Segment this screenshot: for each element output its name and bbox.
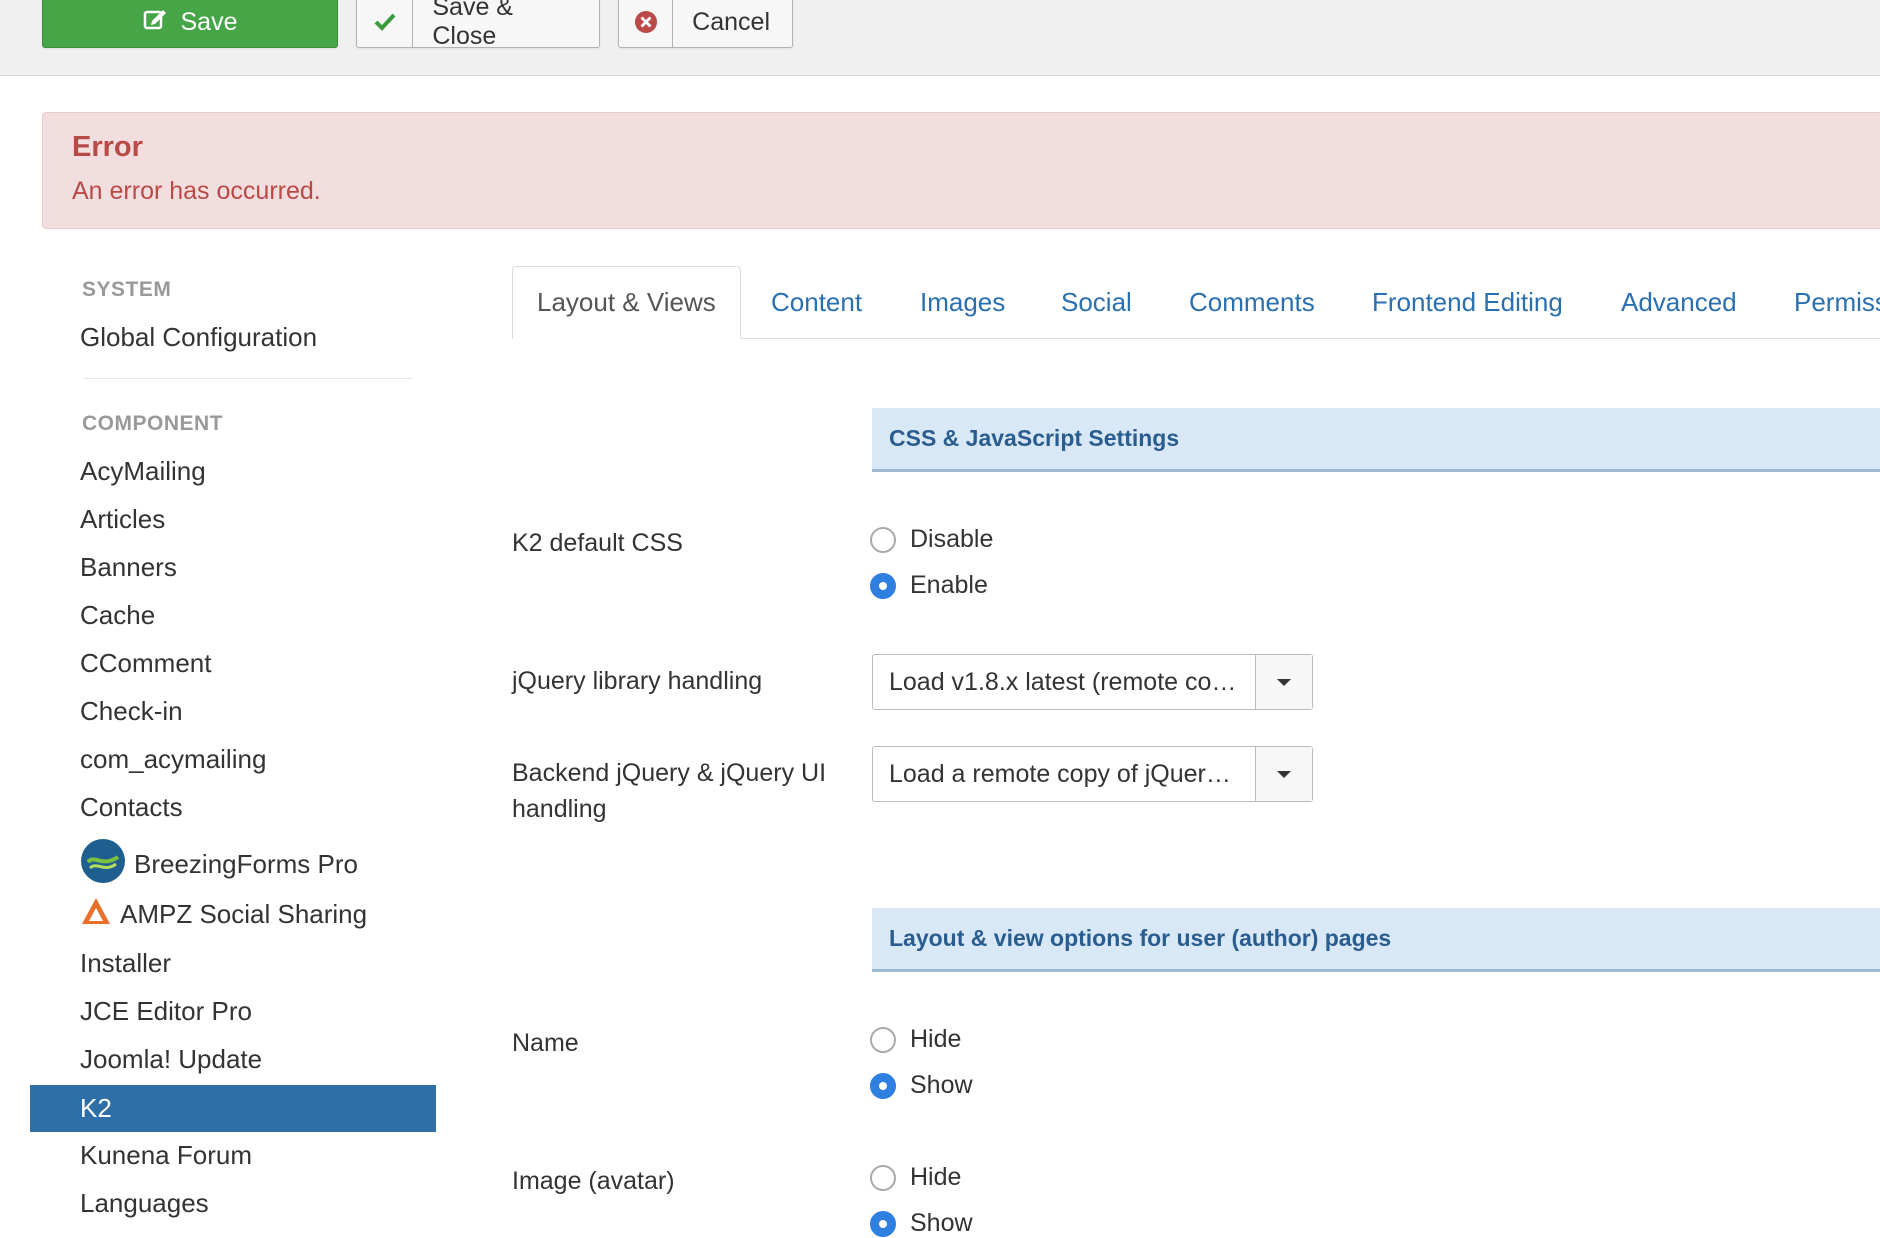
save-button-label: Save <box>180 7 238 36</box>
k2-css-disable-radio[interactable]: Disable <box>870 525 993 554</box>
breezingforms-logo-icon <box>80 838 126 891</box>
tab-advanced[interactable]: Advanced <box>1621 266 1737 338</box>
error-alert: Error An error has occurred. <box>42 112 1880 229</box>
sidebar-item-label: com_acymailing <box>80 744 267 774</box>
system-header: SYSTEM <box>82 278 172 301</box>
chevron-down-icon <box>1255 747 1312 801</box>
sidebar-item-label: Check-in <box>80 696 183 726</box>
sidebar-item-label: Global Configuration <box>80 322 318 352</box>
radio-label: Show <box>910 1071 973 1099</box>
sidebar-item-contacts[interactable]: Contacts <box>80 792 183 823</box>
sidebar-item-label: CComment <box>80 648 212 678</box>
sidebar-item-articles[interactable]: Articles <box>80 504 165 535</box>
radio-label: Enable <box>910 571 988 599</box>
sidebar-item-cache[interactable]: Cache <box>80 600 155 631</box>
cancel-circle-icon <box>619 0 674 47</box>
tab-images[interactable]: Images <box>920 266 1005 338</box>
sidebar-item-label: AcyMailing <box>80 456 206 486</box>
select-value: Load v1.8.x latest (remote co… <box>889 667 1237 696</box>
alert-message: An error has occurred. <box>72 177 321 205</box>
sidebar-item-label: JCE Editor Pro <box>80 996 252 1026</box>
alert-heading: Error <box>72 131 143 163</box>
save-button[interactable]: Save <box>42 0 338 48</box>
sidebar-item-ampz-social-sharing[interactable]: AMPZ Social Sharing <box>80 896 367 933</box>
k2-default-css-label: K2 default CSS <box>512 529 683 557</box>
sidebar-item-label: K2 <box>80 1093 112 1123</box>
sidebar-item-label: Languages <box>80 1188 209 1218</box>
select-value: Load a remote copy of jQuer… <box>889 759 1231 788</box>
toolbar: Save Save & Close Cancel <box>0 0 1880 76</box>
tab-social[interactable]: Social <box>1061 266 1132 338</box>
sidebar-item-breezingforms-pro[interactable]: BreezingForms Pro <box>80 838 358 891</box>
jquery-handling-label: jQuery library handling <box>512 667 763 695</box>
sidebar-item-label: Kunena Forum <box>80 1140 252 1170</box>
sidebar-divider <box>84 378 412 379</box>
radio-unchecked-icon <box>870 1026 896 1053</box>
check-icon <box>357 0 414 47</box>
sidebar-item-label: Articles <box>80 504 166 534</box>
sidebar-item-banners[interactable]: Banners <box>80 552 177 583</box>
sidebar-item-label: Joomla! Update <box>80 1044 263 1074</box>
tab-permissions[interactable]: Permiss <box>1794 266 1880 338</box>
cancel-button[interactable]: Cancel <box>618 0 793 48</box>
radio-checked-icon <box>870 1210 896 1237</box>
name-show-radio[interactable]: Show <box>870 1071 973 1100</box>
sidebar-item-acymailing[interactable]: AcyMailing <box>80 456 206 487</box>
sidebar-item-label: Cache <box>80 600 156 630</box>
sidebar-item-ccomment[interactable]: CComment <box>80 648 211 679</box>
section-header-user-pages: Layout & view options for user (author) … <box>872 908 1880 972</box>
save-close-button[interactable]: Save & Close <box>356 0 600 50</box>
tab-comments[interactable]: Comments <box>1189 266 1315 338</box>
radio-checked-icon <box>870 572 896 599</box>
radio-checked-icon <box>870 1072 896 1099</box>
radio-label: Disable <box>910 525 994 553</box>
radio-label: Show <box>910 1209 973 1237</box>
sidebar-item-kunena-forum[interactable]: Kunena Forum <box>80 1140 252 1171</box>
sidebar-item-com-acymailing[interactable]: com_acymailing <box>80 744 266 775</box>
sidebar-item-check-in[interactable]: Check-in <box>80 696 183 727</box>
sidebar-item-jce-editor-pro[interactable]: JCE Editor Pro <box>80 996 252 1027</box>
tab-content[interactable]: Content <box>771 266 862 338</box>
component-header: COMPONENT <box>82 412 223 435</box>
ampz-logo-icon <box>80 896 112 933</box>
name-label: Name <box>512 1029 579 1057</box>
k2-css-enable-radio[interactable]: Enable <box>870 571 988 600</box>
image-avatar-label: Image (avatar) <box>512 1167 675 1195</box>
save-close-label: Save & Close <box>432 0 513 50</box>
radio-unchecked-icon <box>870 526 896 553</box>
radio-label: Hide <box>910 1025 962 1053</box>
tab-layout-views[interactable]: Layout & Views <box>512 266 741 339</box>
avatar-show-radio[interactable]: Show <box>870 1209 973 1238</box>
sidebar-item-label: AMPZ Social Sharing <box>120 899 368 929</box>
edit-icon <box>143 7 167 38</box>
name-hide-radio[interactable]: Hide <box>870 1025 961 1054</box>
sidebar-item-joomla-update[interactable]: Joomla! Update <box>80 1044 262 1075</box>
backend-jquery-select[interactable]: Load a remote copy of jQuer… <box>872 746 1313 802</box>
sidebar-item-k2[interactable]: K2 <box>30 1085 436 1132</box>
sidebar-item-global-configuration[interactable]: Global Configuration <box>80 322 317 353</box>
backend-jquery-label: Backend jQuery & jQuery UI handling <box>512 759 827 823</box>
tab-frontend-editing[interactable]: Frontend Editing <box>1372 266 1563 338</box>
cancel-label: Cancel <box>692 7 770 36</box>
sidebar-item-label: BreezingForms Pro <box>134 849 358 879</box>
radio-unchecked-icon <box>870 1164 896 1191</box>
sidebar-item-label: Contacts <box>80 792 183 822</box>
chevron-down-icon <box>1255 655 1312 709</box>
section-header-css-js: CSS & JavaScript Settings <box>872 408 1880 472</box>
sidebar-item-label: Installer <box>80 948 172 978</box>
settings-tabs: Layout & Views Content Images Social Com… <box>512 266 1880 339</box>
radio-label: Hide <box>910 1163 962 1191</box>
avatar-hide-radio[interactable]: Hide <box>870 1163 961 1192</box>
sidebar-item-installer[interactable]: Installer <box>80 948 171 979</box>
sidebar-item-label: Banners <box>80 552 177 582</box>
jquery-handling-select[interactable]: Load v1.8.x latest (remote co… <box>872 654 1313 710</box>
sidebar-item-languages[interactable]: Languages <box>80 1188 209 1219</box>
